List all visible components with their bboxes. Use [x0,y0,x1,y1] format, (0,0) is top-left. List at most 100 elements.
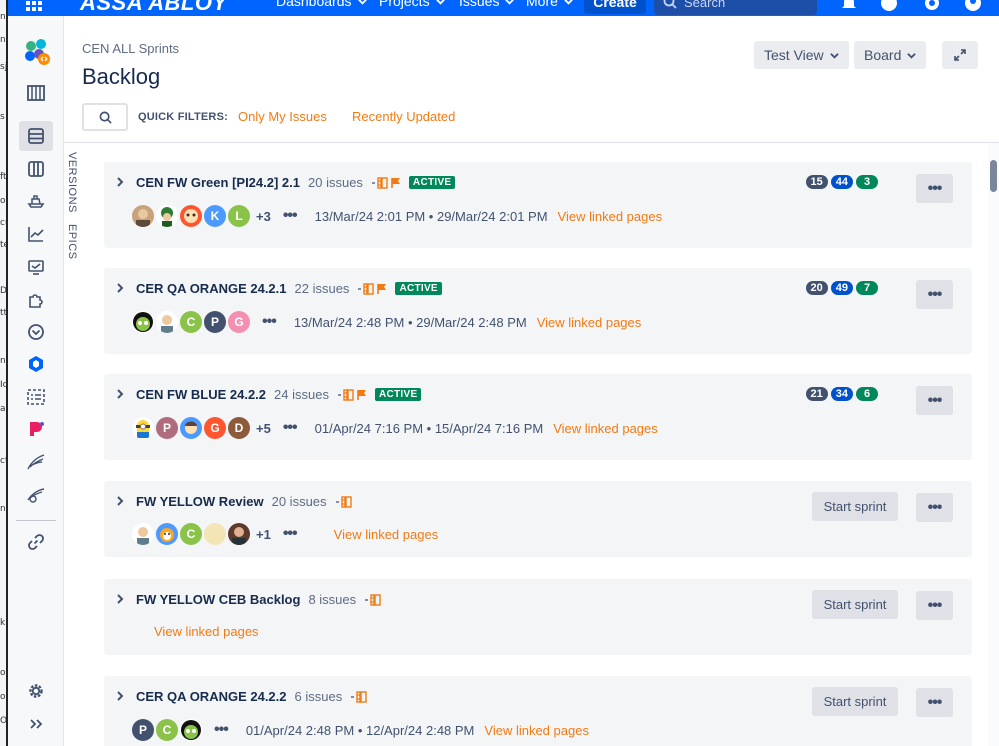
start-sprint-button[interactable]: Start sprint [812,687,898,716]
sidebar-active-sprints[interactable] [19,154,53,184]
sprint-actions-button[interactable]: ••• [916,591,953,620]
notifications-icon[interactable] [840,0,858,12]
sidebar-expand[interactable] [19,709,53,739]
sprint-actions-button[interactable]: ••• [916,493,953,522]
view-linked-pages-link[interactable]: View linked pages [553,421,658,436]
fullscreen-button[interactable] [942,41,978,69]
avatar[interactable] [132,523,154,545]
sidebar-add-shortcut[interactable] [19,527,53,557]
avatar[interactable] [228,523,250,545]
app-switcher-icon[interactable] [25,0,43,12]
view-linked-pages-link[interactable]: View linked pages [558,209,663,224]
sidebar-backlog[interactable] [19,121,53,151]
profile-avatar-icon[interactable] [964,0,982,12]
sprint-goal-icon[interactable] [364,593,382,606]
sprint-goal-icon[interactable] [337,388,367,401]
avatar[interactable] [132,417,154,439]
extra-assignees-count[interactable]: +5 [256,421,271,436]
sprint-name[interactable]: CER QA ORANGE 24.2.1 [136,281,287,296]
sidebar-timeline[interactable] [19,317,53,347]
backlog-search-input[interactable] [82,103,128,131]
avatar[interactable] [156,523,178,545]
sprint-name[interactable]: FW YELLOW CEB Backlog [136,592,300,607]
extra-assignees-count[interactable]: +1 [256,527,271,542]
scrollbar-track[interactable] [988,143,999,746]
sprint-name[interactable]: FW YELLOW Review [136,494,264,509]
view-linked-pages-link[interactable]: View linked pages [484,723,589,738]
nav-issues[interactable]: Issues [459,0,515,9]
breadcrumb[interactable]: CEN ALL Sprints [82,41,179,56]
scrollbar-thumb[interactable] [990,160,997,192]
avatar[interactable] [180,205,202,227]
expand-sprint-toggle[interactable] [114,495,126,507]
board-dropdown[interactable]: Board [854,41,927,69]
more-assignees-ellipsis[interactable]: ••• [283,525,298,543]
avatar[interactable]: K [204,205,226,227]
sprint-goal-icon[interactable] [357,282,387,295]
avatar[interactable]: C [180,523,202,545]
sprint-name[interactable]: CER QA ORANGE 24.2.2 [136,689,287,704]
sprint-goal-icon[interactable] [350,690,368,703]
avatar[interactable] [156,205,178,227]
nav-dashboards[interactable]: Dashboards [276,0,367,9]
sidebar-project-settings[interactable] [19,676,53,706]
sidebar-issues[interactable] [19,252,53,282]
avatar[interactable]: P [156,417,178,439]
sprint-actions-button[interactable]: ••• [916,386,953,415]
sidebar-roadmap[interactable] [19,78,53,108]
avatar[interactable] [204,523,226,545]
expand-sprint-toggle[interactable] [114,282,126,294]
more-assignees-ellipsis[interactable]: ••• [283,207,298,225]
sprint-goal-icon[interactable] [335,495,353,508]
expand-sprint-toggle[interactable] [114,176,126,188]
sidebar-wing-gear[interactable] [19,480,53,510]
avatar[interactable]: G [228,311,250,333]
sprint-goal-icon[interactable] [371,176,401,189]
project-avatar[interactable] [19,36,53,66]
more-assignees-ellipsis[interactable]: ••• [262,313,277,331]
filter-recently-updated[interactable]: Recently Updated [352,109,455,124]
avatar[interactable] [156,311,178,333]
more-assignees-ellipsis[interactable]: ••• [214,721,229,739]
sidebar-components[interactable] [19,285,53,315]
sidebar-plugin-cube[interactable] [19,349,53,379]
create-button[interactable]: Create [584,0,646,14]
search-input[interactable]: Search [654,0,817,15]
avatar[interactable]: G [204,417,226,439]
settings-icon[interactable] [923,0,941,12]
tab-epics[interactable]: EPICS [66,224,78,260]
sprint-actions-button[interactable]: ••• [916,280,953,309]
help-icon[interactable] [880,0,898,12]
test-view-dropdown[interactable]: Test View [754,41,849,69]
more-assignees-ellipsis[interactable]: ••• [283,419,298,437]
sidebar-releases[interactable] [19,186,53,216]
avatar[interactable]: D [228,417,250,439]
avatar[interactable]: C [180,311,202,333]
view-linked-pages-link[interactable]: View linked pages [537,315,642,330]
tab-versions[interactable]: VERSIONS [66,152,78,213]
sprint-actions-button[interactable]: ••• [916,688,953,717]
view-linked-pages-link[interactable]: View linked pages [334,527,439,542]
avatar[interactable]: P [132,719,154,741]
avatar[interactable]: C [156,719,178,741]
nav-projects[interactable]: Projects [379,0,445,9]
sprint-name[interactable]: CEN FW BLUE 24.2.2 [136,387,266,402]
avatar[interactable]: L [228,205,250,227]
filter-only-my-issues[interactable]: Only My Issues [238,109,327,124]
avatar[interactable]: P [204,311,226,333]
start-sprint-button[interactable]: Start sprint [812,590,898,619]
avatar[interactable] [132,205,154,227]
expand-sprint-toggle[interactable] [114,388,126,400]
view-linked-pages-link[interactable]: View linked pages [154,624,259,639]
avatar[interactable] [132,311,154,333]
expand-sprint-toggle[interactable] [114,690,126,702]
sprint-actions-button[interactable]: ••• [916,174,953,203]
sidebar-plugin-p[interactable] [19,414,53,444]
sprint-name[interactable]: CEN FW Green [PI24.2] 2.1 [136,175,300,190]
sidebar-reports[interactable] [19,219,53,249]
start-sprint-button[interactable]: Start sprint [812,492,898,521]
sidebar-checklist[interactable] [19,382,53,412]
avatar[interactable] [180,417,202,439]
brand-logo[interactable]: ASSA ABLOY [80,0,228,16]
expand-sprint-toggle[interactable] [114,593,126,605]
